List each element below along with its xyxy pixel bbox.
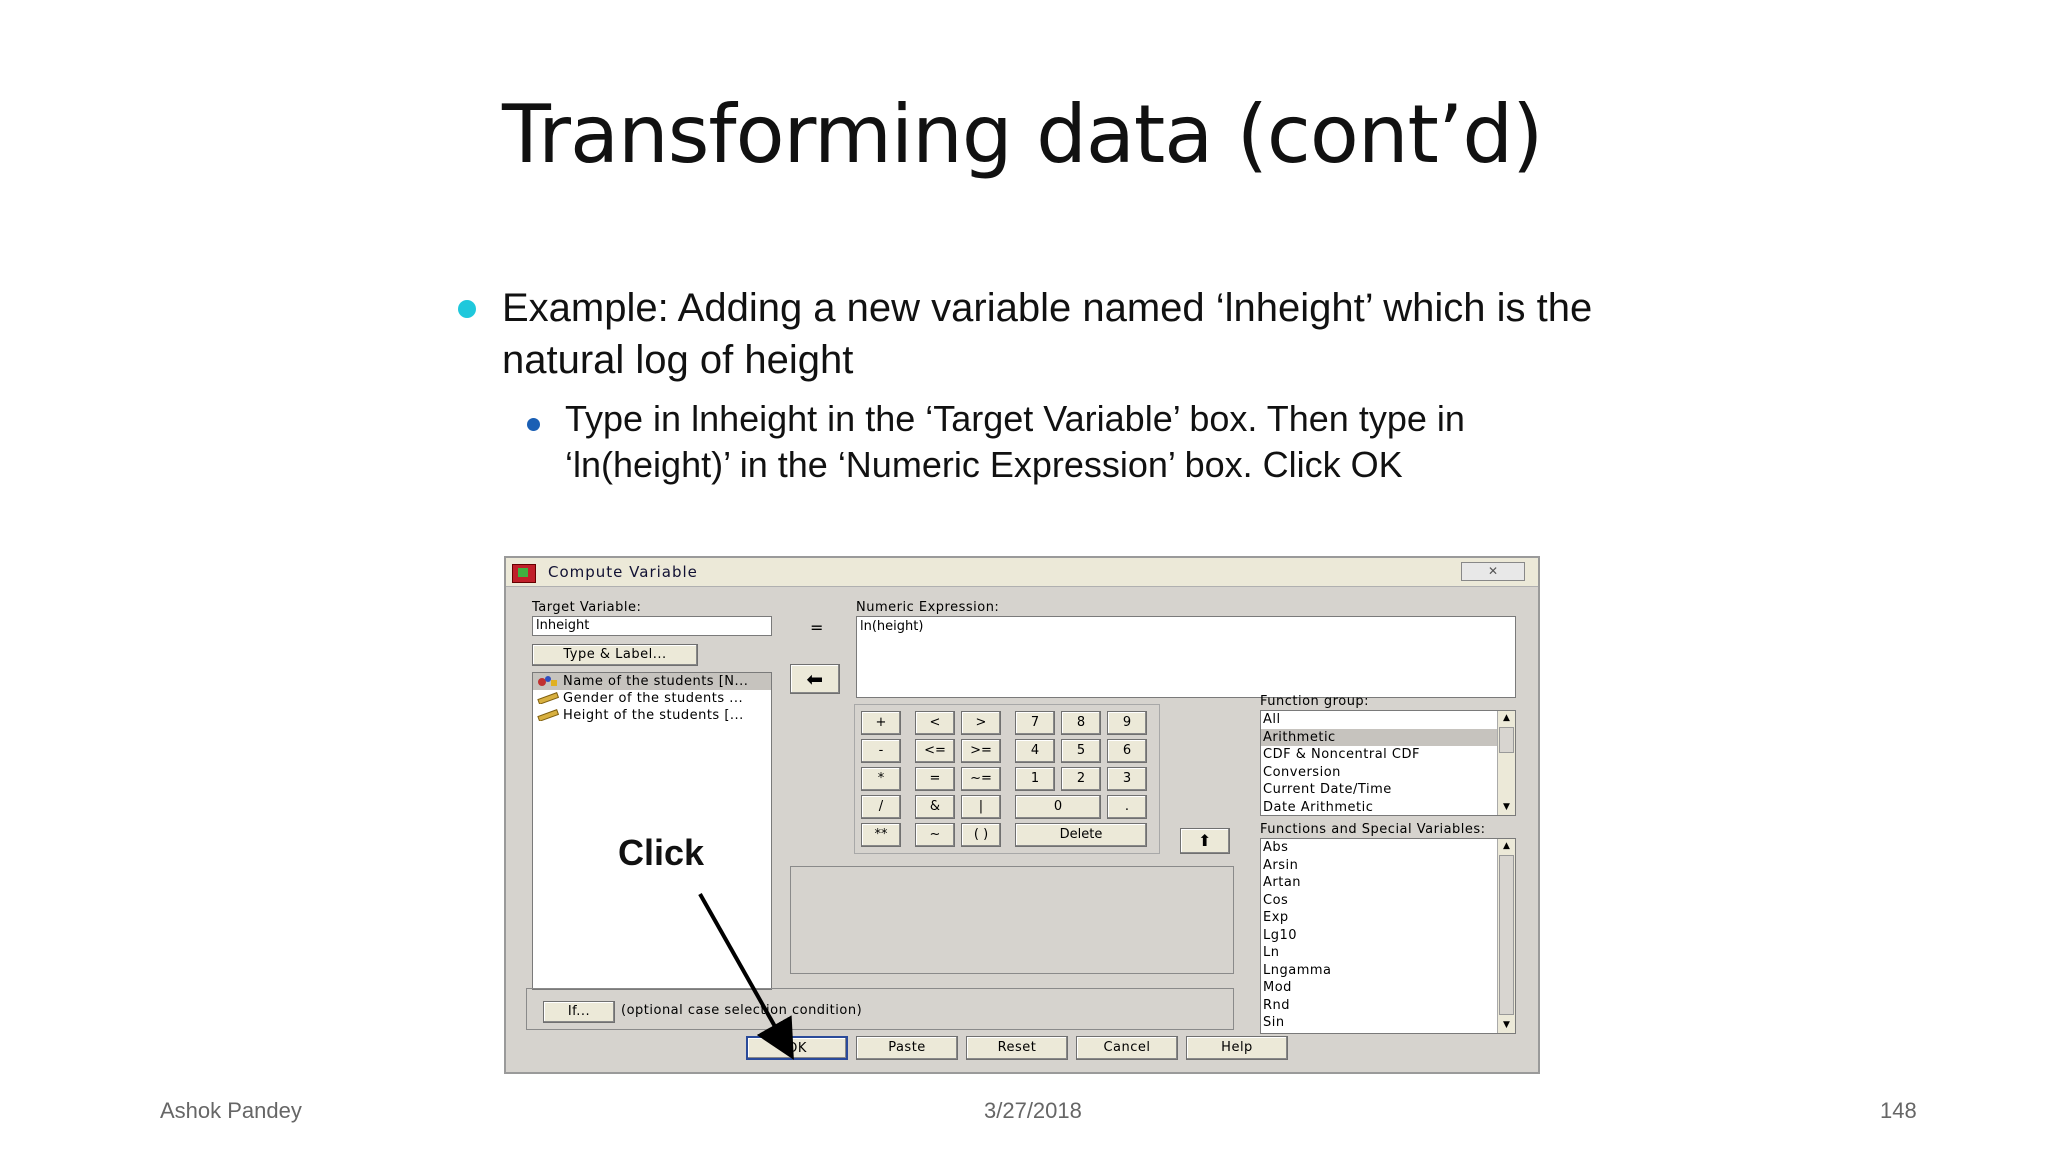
annotation-arrow-icon <box>698 893 794 1060</box>
footer-author: Ashok Pandey <box>160 1098 302 1123</box>
footer-page-number: 148 <box>1880 1098 1917 1123</box>
footer-date: 3/27/2018 <box>984 1098 1082 1123</box>
